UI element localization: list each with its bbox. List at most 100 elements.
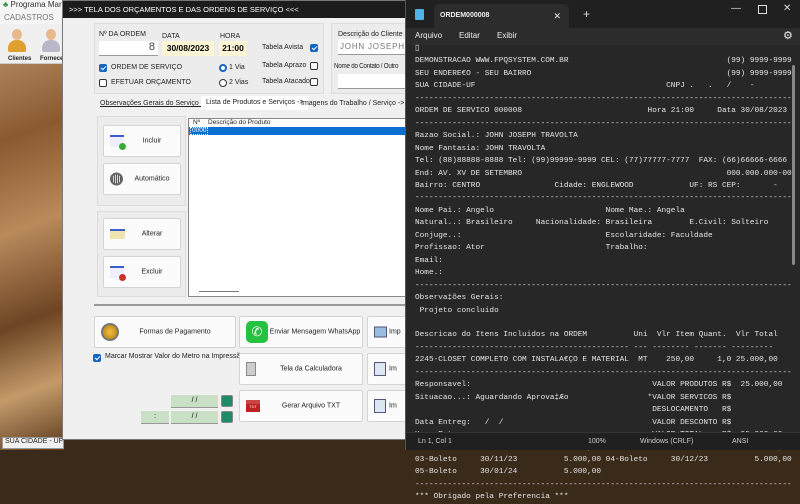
text-line: Observa‡ões Gerais: — [415, 294, 504, 303]
settings-gear-icon[interactable]: ⚙ — [783, 29, 793, 42]
client-field[interactable]: JOHN JOSEPH TR — [338, 39, 407, 55]
vertical-scrollbar[interactable] — [791, 45, 797, 432]
background-toolbar: Clientes Fornece — [0, 24, 64, 64]
tab-observacoes[interactable]: Observações Gerais do Serviço -> — [100, 100, 207, 107]
date-field[interactable]: 30/08/2023 — [162, 41, 214, 56]
text-line: ----------------------------------------… — [415, 368, 792, 377]
text-line: End: AV. XV DE SETEMBRO 000.000.000-00 — [415, 169, 792, 178]
tabela-aprazo-checkbox[interactable] — [310, 62, 318, 70]
menu-editar[interactable]: Editar — [459, 31, 480, 40]
imprimir-button-3[interactable]: Im — [367, 390, 407, 422]
text-line: ----------------------------------------… — [415, 343, 774, 352]
text-line: Projeto concluido — [415, 306, 499, 315]
text-line: ----------------------------------------… — [415, 281, 792, 290]
tab-imagens[interactable]: Imagens do Trabalho / Serviço -> — [301, 100, 404, 107]
text-line: DESLOCAMENTO R$ — [415, 406, 732, 415]
imprimir-label-1: Imp — [389, 328, 401, 336]
imprimir-button-2[interactable]: Im — [367, 353, 407, 385]
app-title-text: Programa Marc — [10, 0, 64, 9]
order-number-field[interactable]: 8 — [99, 41, 158, 56]
text-line: Natural..: Brasileiro Nacionalidade: Bra… — [415, 219, 769, 228]
automatico-label: Automático — [134, 175, 170, 183]
document-print-icon — [374, 399, 386, 413]
whatsapp-label: Enviar Mensagem WhatsApp — [269, 328, 361, 336]
date-field-1[interactable]: / / — [171, 395, 218, 408]
ordem-servico-checkbox[interactable] — [99, 64, 107, 72]
text-line: 03-Boleto 30/11/23 5.000,00 04-Boleto 30… — [415, 455, 792, 464]
grid-horizontal-scrollbar[interactable] — [199, 291, 239, 292]
background-app-window: ♣ Programa Marc CADASTROS Clientes Forne… — [0, 0, 64, 450]
text-line: 2245-CLOSET COMPLETO COM INSTALA€ÇO E MA… — [415, 356, 778, 365]
tabela-atacado-checkbox[interactable] — [310, 78, 318, 86]
close-tab-icon[interactable]: ✕ — [553, 11, 561, 22]
text-line: Conjuge..: Escolaridade: Faculdade — [415, 231, 713, 240]
calculadora-button[interactable]: Tela da Calculadora — [239, 353, 363, 385]
text-line: DEMONSTRACAO WWW.FPQSYSTEM.COM.BR (99) 9… — [415, 57, 792, 66]
grid-row[interactable]: 0000 — [189, 127, 407, 135]
text-line: Nome Pai.: Angelo Nome Mae.: Angela — [415, 206, 685, 215]
text-line: Descricao do Itens Incluidos na ORDEM Un… — [415, 331, 778, 340]
order-number-label: Nº DA ORDEM — [99, 31, 146, 38]
text-line: Nome Fantasia: JOHN TRAVOLTA — [415, 144, 546, 153]
date-field-2[interactable]: / / — [171, 411, 218, 424]
two-vias-radio[interactable] — [219, 79, 227, 87]
printer-icon — [374, 326, 387, 338]
gerar-txt-button[interactable]: TXT Gerar Arquivo TXT — [239, 390, 363, 422]
excluir-button[interactable]: Excluir — [103, 256, 181, 288]
calculadora-label: Tela da Calculadora — [280, 365, 342, 373]
alterar-label: Alterar — [141, 230, 163, 238]
automatico-button[interactable]: Automático — [103, 163, 181, 195]
tabela-avista-checkbox[interactable] — [310, 44, 318, 52]
new-tab-icon[interactable]: + — [583, 7, 590, 21]
toolbar-fornecedores[interactable]: Fornece — [40, 56, 63, 62]
text-line: ----------------------------------------… — [415, 480, 792, 489]
scrollbar-thumb[interactable] — [792, 65, 795, 265]
notepad-icon — [415, 9, 424, 20]
cursor-position: Ln 1, Col 1 — [418, 438, 452, 445]
text-line: 05-Boleto 30/01/24 5.000,00 — [415, 468, 602, 477]
text-line: ----------------------------------------… — [415, 119, 792, 128]
encoding: ANSI — [732, 438, 749, 445]
products-grid[interactable]: Nº Descrição do Produto 0000 — [188, 118, 407, 297]
text-line: *** Obrigado pela Preferencia *** — [415, 493, 569, 502]
separator — [94, 304, 407, 306]
menu-arquivo[interactable]: Arquivo — [415, 31, 442, 40]
time-field-2[interactable]: : — [141, 411, 169, 424]
incluir-label: Incluir — [142, 137, 162, 145]
whatsapp-button[interactable]: ✆ Enviar Mensagem WhatsApp — [239, 316, 363, 348]
calendar-icon[interactable] — [221, 411, 233, 423]
notepad-window: ORDEM000008 ✕ + — ✕ Arquivo Editar Exibi… — [405, 0, 800, 501]
background-status-bar: SUA CIDADE - UF 3 — [2, 437, 64, 449]
contact-field[interactable] — [338, 74, 407, 89]
notepad-status-bar: Ln 1, Col 1 100% Windows (CRLF) ANSI — [406, 432, 800, 450]
date-label: DATA — [162, 33, 180, 40]
menu-exibir[interactable]: Exibir — [497, 31, 517, 40]
menu-cadastros[interactable]: CADASTROS — [0, 11, 64, 24]
clientes-icon — [6, 27, 28, 55]
grid-header-description: Descrição do Produto — [208, 119, 271, 126]
mostrar-metro-checkbox[interactable] — [93, 354, 101, 362]
minimize-icon[interactable]: — — [731, 3, 741, 14]
document-tab[interactable]: ORDEM000008 ✕ — [434, 4, 569, 28]
grid-header-number: Nº — [193, 119, 201, 126]
text-line: Home.: — [415, 269, 443, 278]
toolbar-clientes[interactable]: Clientes — [8, 56, 31, 62]
one-via-radio[interactable] — [219, 64, 227, 72]
close-window-icon[interactable]: ✕ — [783, 3, 791, 14]
line-ending: Windows (CRLF) — [640, 438, 694, 445]
alterar-button[interactable]: Alterar — [103, 218, 181, 250]
tab-lista-produtos[interactable]: Lista de Produtos e Serviços -> — [201, 96, 309, 110]
efetuar-orcamento-checkbox[interactable] — [99, 79, 107, 87]
mostrar-metro-label: Marcar Mostrar Valor do Metro na Impress… — [105, 353, 245, 360]
text-line: ORDEM DE SERVICO 000008 Hora 21:00 Data … — [415, 107, 788, 116]
formas-pagamento-button[interactable]: Formas de Pagamento — [94, 316, 236, 348]
imprimir-label-3: Im — [389, 402, 397, 410]
calendar-icon[interactable] — [221, 395, 233, 407]
form-title-bar[interactable]: >>> TELA DOS ORÇAMENTOS E DAS ORDENS DE … — [63, 1, 407, 18]
text-line: Tel: (88)88888-8888 Tel: (99)99999-9999 … — [415, 157, 788, 166]
text-line: Situacao...: Aguardando Aprova‡Æo *VALOR… — [415, 393, 732, 402]
maximize-icon[interactable] — [758, 5, 767, 14]
incluir-button[interactable]: Incluir — [103, 125, 181, 157]
time-field[interactable]: 21:00 — [219, 41, 247, 56]
imprimir-button-1[interactable]: Imp — [367, 316, 407, 348]
